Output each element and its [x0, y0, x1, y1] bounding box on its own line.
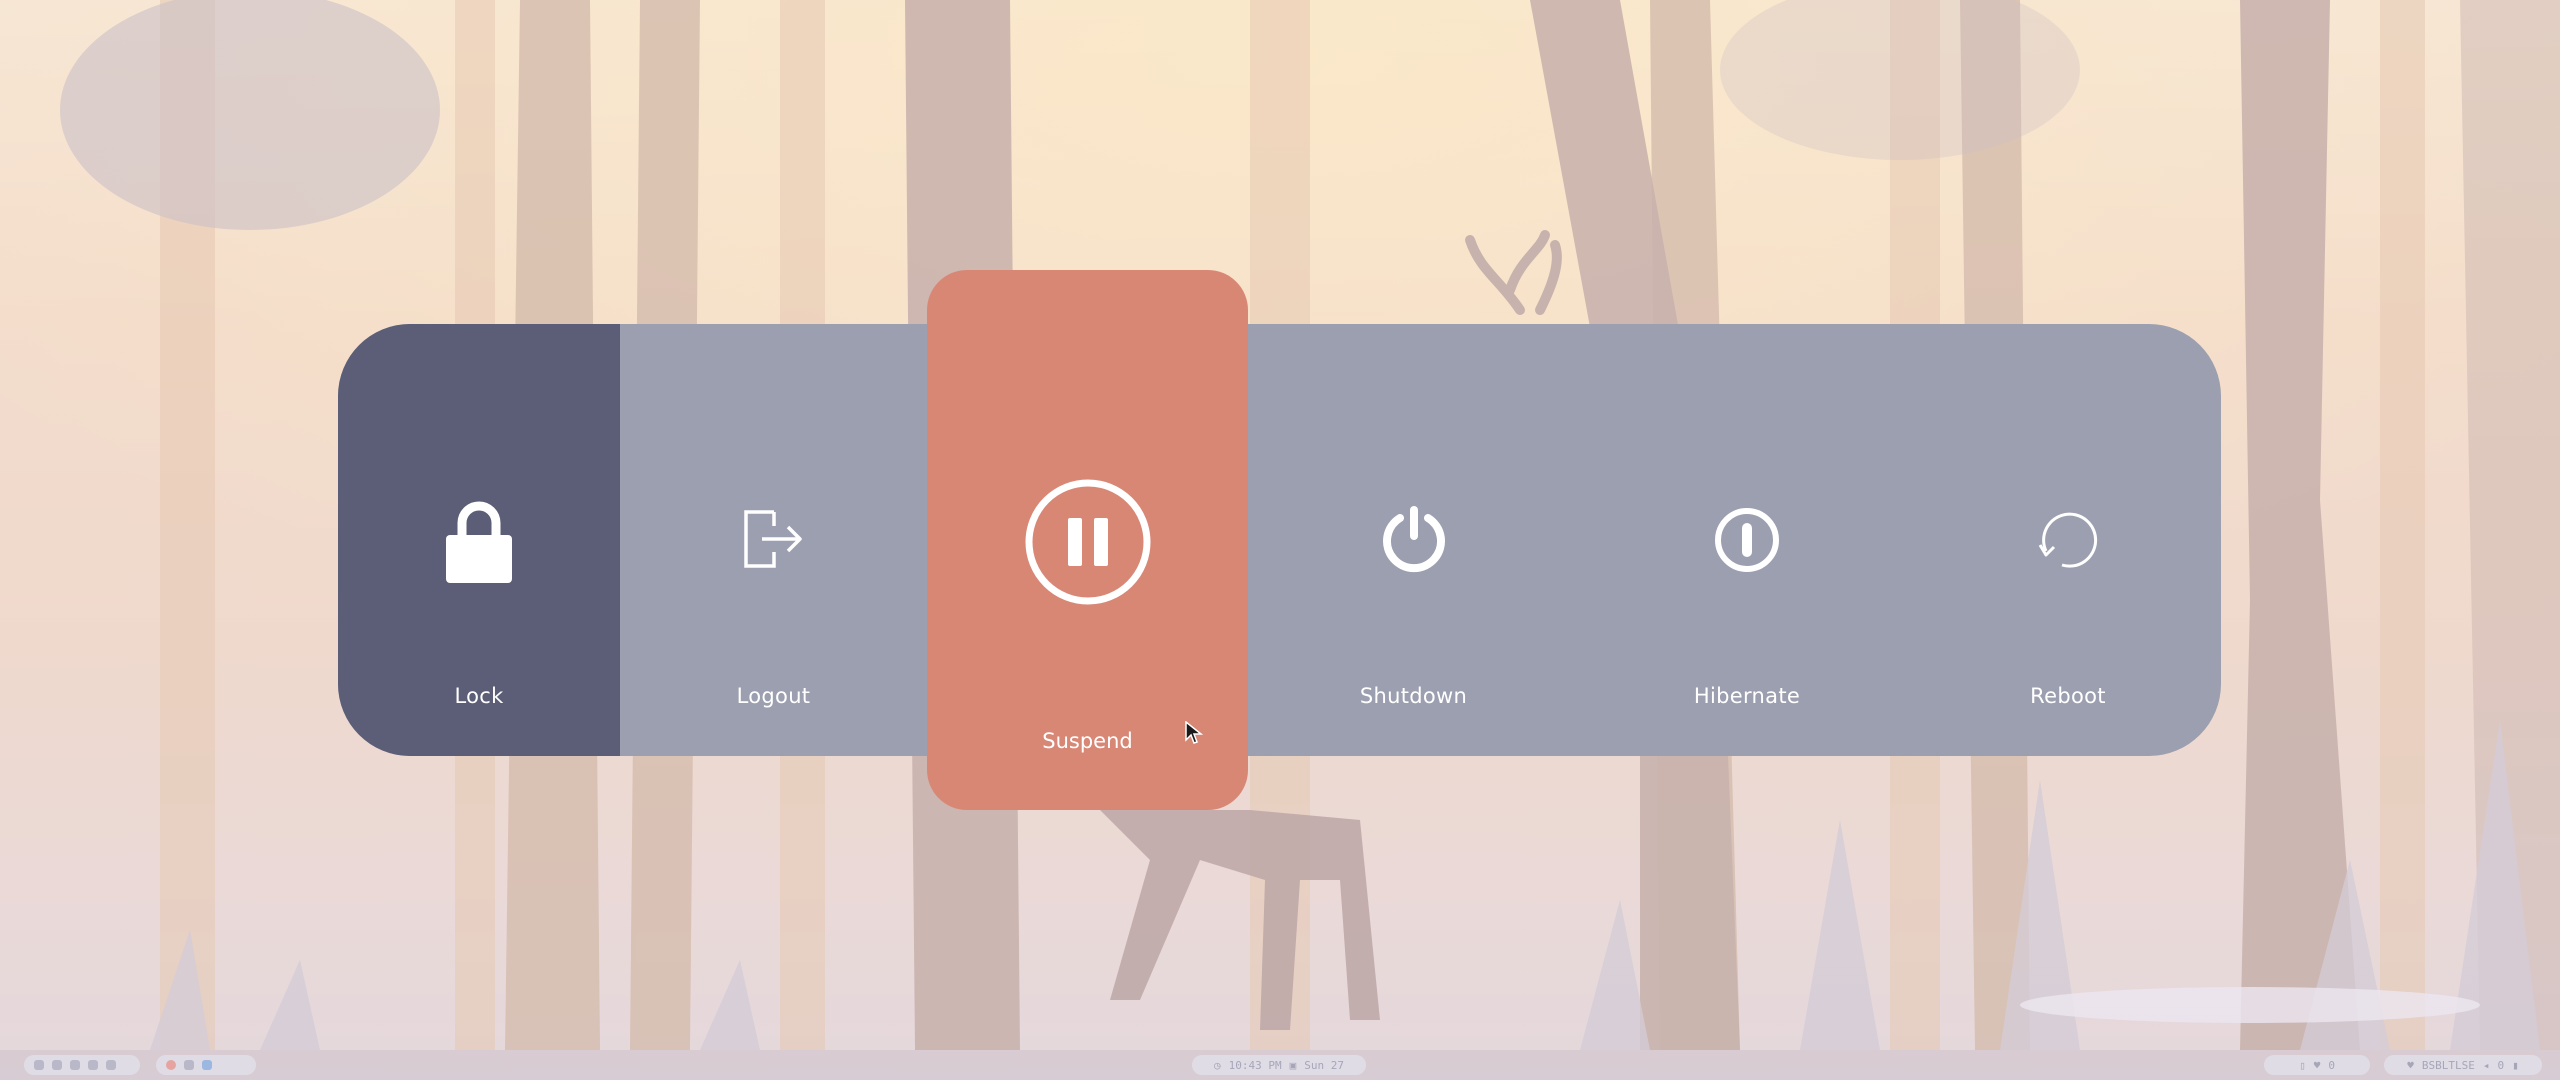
shutdown-label: Shutdown: [1359, 684, 1468, 708]
phone-icon[interactable]: ▯: [2299, 1059, 2306, 1072]
power-icon: [1380, 504, 1448, 578]
taskbar-status: ♥ BSBLTLSE ◂ 0 ▮: [2384, 1055, 2542, 1075]
status-count: 0: [2497, 1058, 2505, 1072]
chat-icon[interactable]: [88, 1060, 98, 1070]
hibernate-button[interactable]: Hibernate: [1579, 324, 1915, 756]
tray-count: 0: [2328, 1058, 2335, 1072]
power-icon[interactable]: [34, 1060, 44, 1070]
reboot-label: Reboot: [2030, 684, 2106, 708]
shutdown-button[interactable]: Shutdown: [1248, 324, 1579, 756]
workspace-1-icon[interactable]: [166, 1060, 176, 1070]
workspace-3-icon[interactable]: [202, 1060, 212, 1070]
logout-icon: [742, 508, 806, 574]
clock-time: 10:43 PM: [1228, 1058, 1282, 1072]
clock-icon: ◷: [1214, 1058, 1221, 1072]
heart-icon: ♥: [2407, 1058, 2414, 1072]
logout-button[interactable]: Logout: [620, 324, 927, 756]
volume-icon[interactable]: ◂: [2483, 1059, 2490, 1072]
reboot-button[interactable]: Reboot: [1915, 324, 2221, 756]
calendar-icon: ▣: [1289, 1058, 1297, 1072]
taskbar-clock: ◷ 10:43 PM ▣ Sun 27: [1192, 1055, 1366, 1075]
status-text: BSBLTLSE: [2421, 1058, 2475, 1072]
copy-icon[interactable]: [52, 1060, 62, 1070]
taskbar-app-icons-left: [24, 1055, 140, 1075]
mouse-cursor-icon: [1185, 721, 1203, 744]
reboot-icon: [2036, 509, 2100, 577]
clock-date: Sun 27: [1304, 1058, 1344, 1072]
bell-icon[interactable]: [106, 1060, 116, 1070]
lock-label: Lock: [454, 684, 504, 708]
lock-icon: [444, 499, 514, 589]
pause-icon: [1024, 478, 1152, 610]
workspace-2-icon[interactable]: [184, 1060, 194, 1070]
battery-icon: ▮: [2512, 1058, 2519, 1072]
logout-label: Logout: [736, 684, 811, 708]
taskbar-tray: ▯ ♥ 0: [2264, 1055, 2370, 1075]
expand-icon[interactable]: [70, 1060, 80, 1070]
taskbar-workspaces: [156, 1055, 256, 1075]
hibernate-icon: [1713, 506, 1781, 578]
lock-button[interactable]: Lock: [338, 324, 620, 756]
hibernate-label: Hibernate: [1693, 684, 1801, 708]
heart-icon[interactable]: ♥: [2314, 1059, 2321, 1072]
